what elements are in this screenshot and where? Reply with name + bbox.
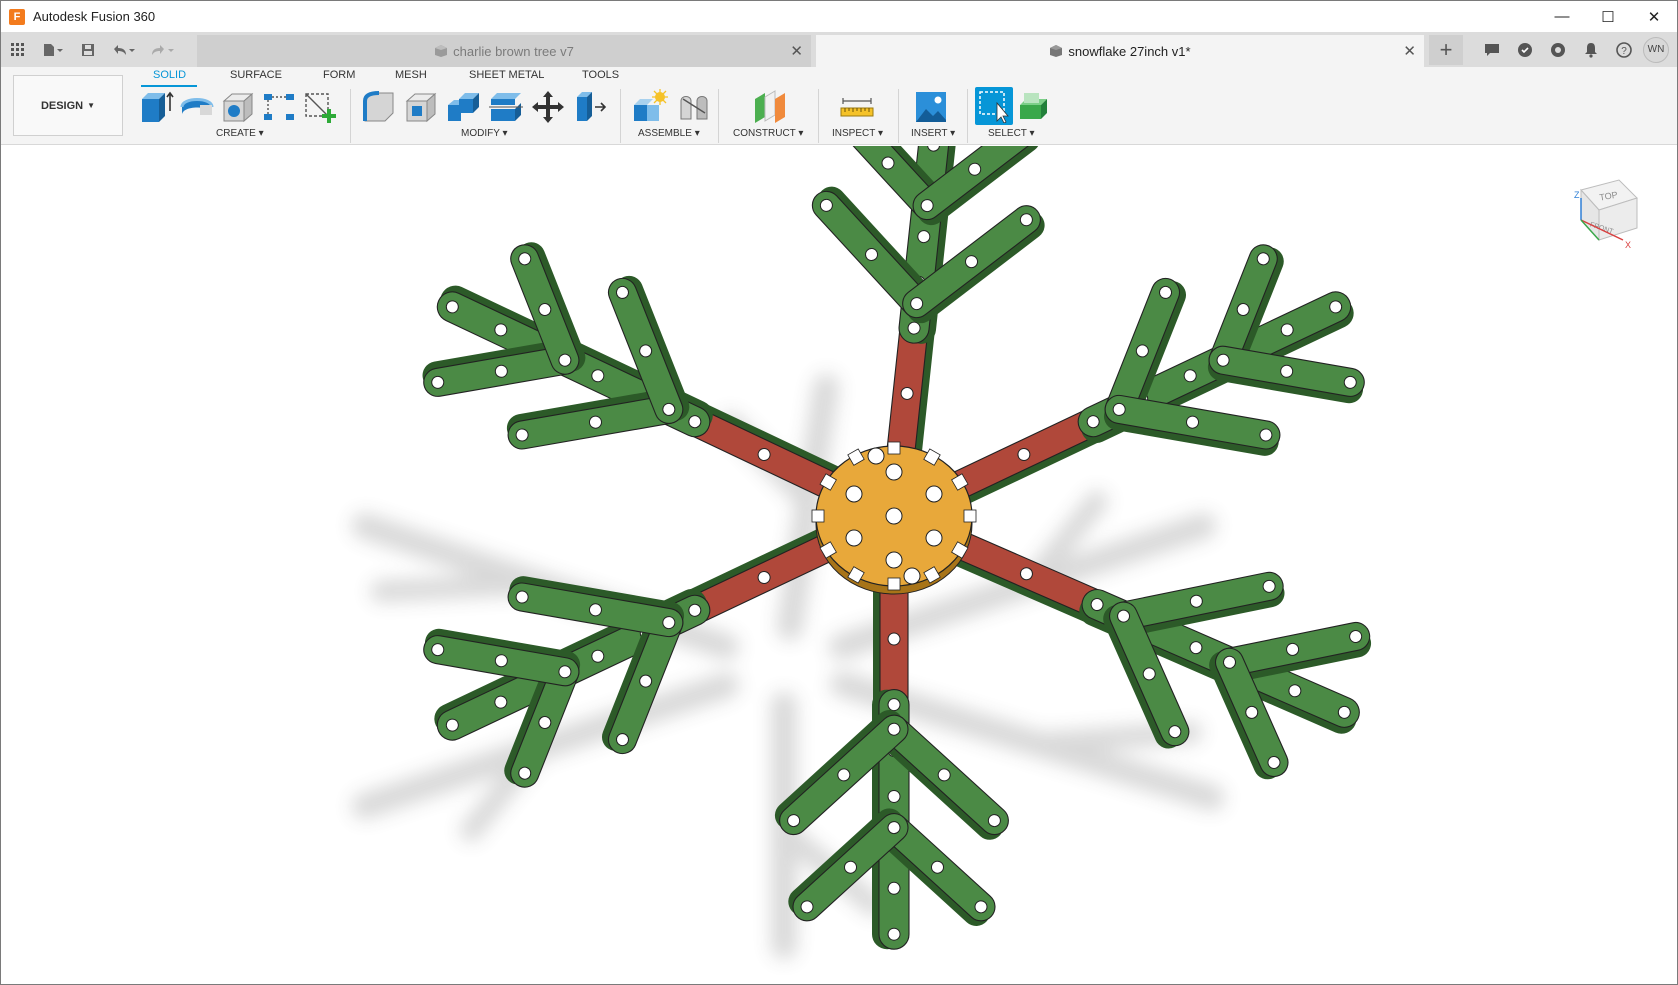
tab-sheet-metal[interactable]: SHEET METAL (469, 69, 544, 81)
insert-menu[interactable]: INSERT ▾ (911, 128, 955, 139)
workspace-label: DESIGN (40, 99, 84, 112)
shell-icon[interactable] (403, 89, 441, 125)
toolbar: DESIGN ▼ SOLID SURFACE FORM MESH SHEET M… (1, 67, 1677, 145)
tab-close-icon[interactable]: ✕ (790, 42, 803, 60)
tab-mesh[interactable]: MESH (395, 69, 427, 81)
hole-icon[interactable] (219, 89, 257, 125)
chevron-down-icon: ▼ (87, 101, 96, 110)
app-window: F Autodesk Fusion 360 — ☐ ✕ charlie brow… (0, 0, 1678, 985)
comment-icon[interactable] (1478, 36, 1505, 63)
move-copy-icon[interactable] (529, 89, 567, 125)
combine-icon[interactable] (445, 89, 483, 125)
document-tab-bar: charlie brown tree v7 ✕ snowflake 27inch… (1, 32, 1677, 67)
minimize-button[interactable]: — (1539, 1, 1585, 32)
tab-label: snowflake 27inch v1* (1068, 43, 1191, 59)
notifications-bell-icon[interactable] (1577, 36, 1604, 63)
construct-menu[interactable]: CONSTRUCT ▾ (733, 128, 803, 139)
close-button[interactable]: ✕ (1631, 1, 1677, 32)
svg-text:?: ? (1621, 46, 1627, 57)
axis-z-label: Z (1574, 190, 1580, 200)
axis-x-label: X (1625, 240, 1631, 250)
new-component-icon[interactable] (137, 89, 175, 125)
tab-snowflake[interactable]: snowflake 27inch v1* ✕ (816, 35, 1424, 67)
divider (898, 89, 899, 143)
new-tab-button[interactable]: + (1429, 35, 1463, 65)
inspect-menu[interactable]: INSPECT ▾ (832, 128, 883, 139)
data-panel-grid-icon[interactable] (3, 35, 33, 65)
press-pull-icon[interactable] (361, 89, 399, 125)
align-icon[interactable] (571, 89, 609, 125)
undo-icon[interactable] (103, 35, 143, 65)
document-cube-icon (1050, 45, 1063, 57)
tab-form[interactable]: FORM (323, 69, 355, 81)
revolve-icon[interactable] (178, 89, 216, 125)
tabrow-utilities: ? WN (1478, 32, 1669, 67)
file-menu-icon[interactable] (33, 35, 73, 65)
select-cursor-icon[interactable] (975, 87, 1013, 123)
active-tab-indicator (141, 85, 197, 87)
joint-icon[interactable] (675, 89, 713, 125)
maximize-button[interactable]: ☐ (1585, 1, 1631, 32)
tab-solid[interactable]: SOLID (153, 69, 186, 81)
measure-icon[interactable] (838, 89, 876, 125)
window-controls: — ☐ ✕ (1539, 1, 1677, 32)
redo-icon[interactable] (143, 35, 183, 65)
offset-plane-icon[interactable] (751, 89, 789, 125)
user-avatar[interactable]: WN (1643, 36, 1669, 63)
document-cube-icon (435, 45, 448, 57)
tab-tools[interactable]: TOOLS (582, 69, 619, 81)
window-title: Autodesk Fusion 360 (33, 9, 156, 24)
tab-surface[interactable]: SURFACE (230, 69, 282, 81)
tab-label: charlie brown tree v7 (453, 43, 574, 59)
divider (818, 89, 819, 143)
divider (718, 89, 719, 143)
job-status-icon[interactable] (1511, 36, 1538, 63)
pattern-icon[interactable] (260, 89, 298, 125)
create-menu[interactable]: CREATE ▾ (216, 128, 264, 139)
canvas-viewport[interactable]: TOP FRONT Z X (1, 146, 1677, 985)
insert-image-icon[interactable] (912, 89, 950, 125)
workspace-switcher-button[interactable]: DESIGN ▼ (13, 75, 123, 136)
selection-filter-icon[interactable] (1017, 89, 1055, 125)
modify-menu[interactable]: MODIFY ▾ (461, 128, 508, 139)
snowflake-model[interactable] (1, 146, 1677, 985)
divider (350, 89, 351, 143)
fusion-logo-icon: F (9, 8, 25, 25)
help-icon[interactable]: ? (1610, 36, 1637, 63)
split-body-icon[interactable] (487, 89, 525, 125)
create-form-icon[interactable] (301, 89, 339, 125)
tab-close-icon[interactable]: ✕ (1403, 42, 1416, 60)
divider (967, 89, 968, 143)
tab-charlie-brown-tree[interactable]: charlie brown tree v7 ✕ (197, 35, 811, 67)
title-bar: F Autodesk Fusion 360 — ☐ ✕ (1, 1, 1677, 32)
new-component-assemble-icon[interactable] (631, 89, 669, 125)
viewcube[interactable]: TOP FRONT Z X (1559, 168, 1649, 258)
extensions-icon[interactable] (1544, 36, 1571, 63)
divider (620, 89, 621, 143)
assemble-menu[interactable]: ASSEMBLE ▾ (638, 128, 700, 139)
save-icon[interactable] (73, 35, 103, 65)
select-menu[interactable]: SELECT ▾ (988, 128, 1035, 139)
snowflake-body (422, 146, 1372, 950)
